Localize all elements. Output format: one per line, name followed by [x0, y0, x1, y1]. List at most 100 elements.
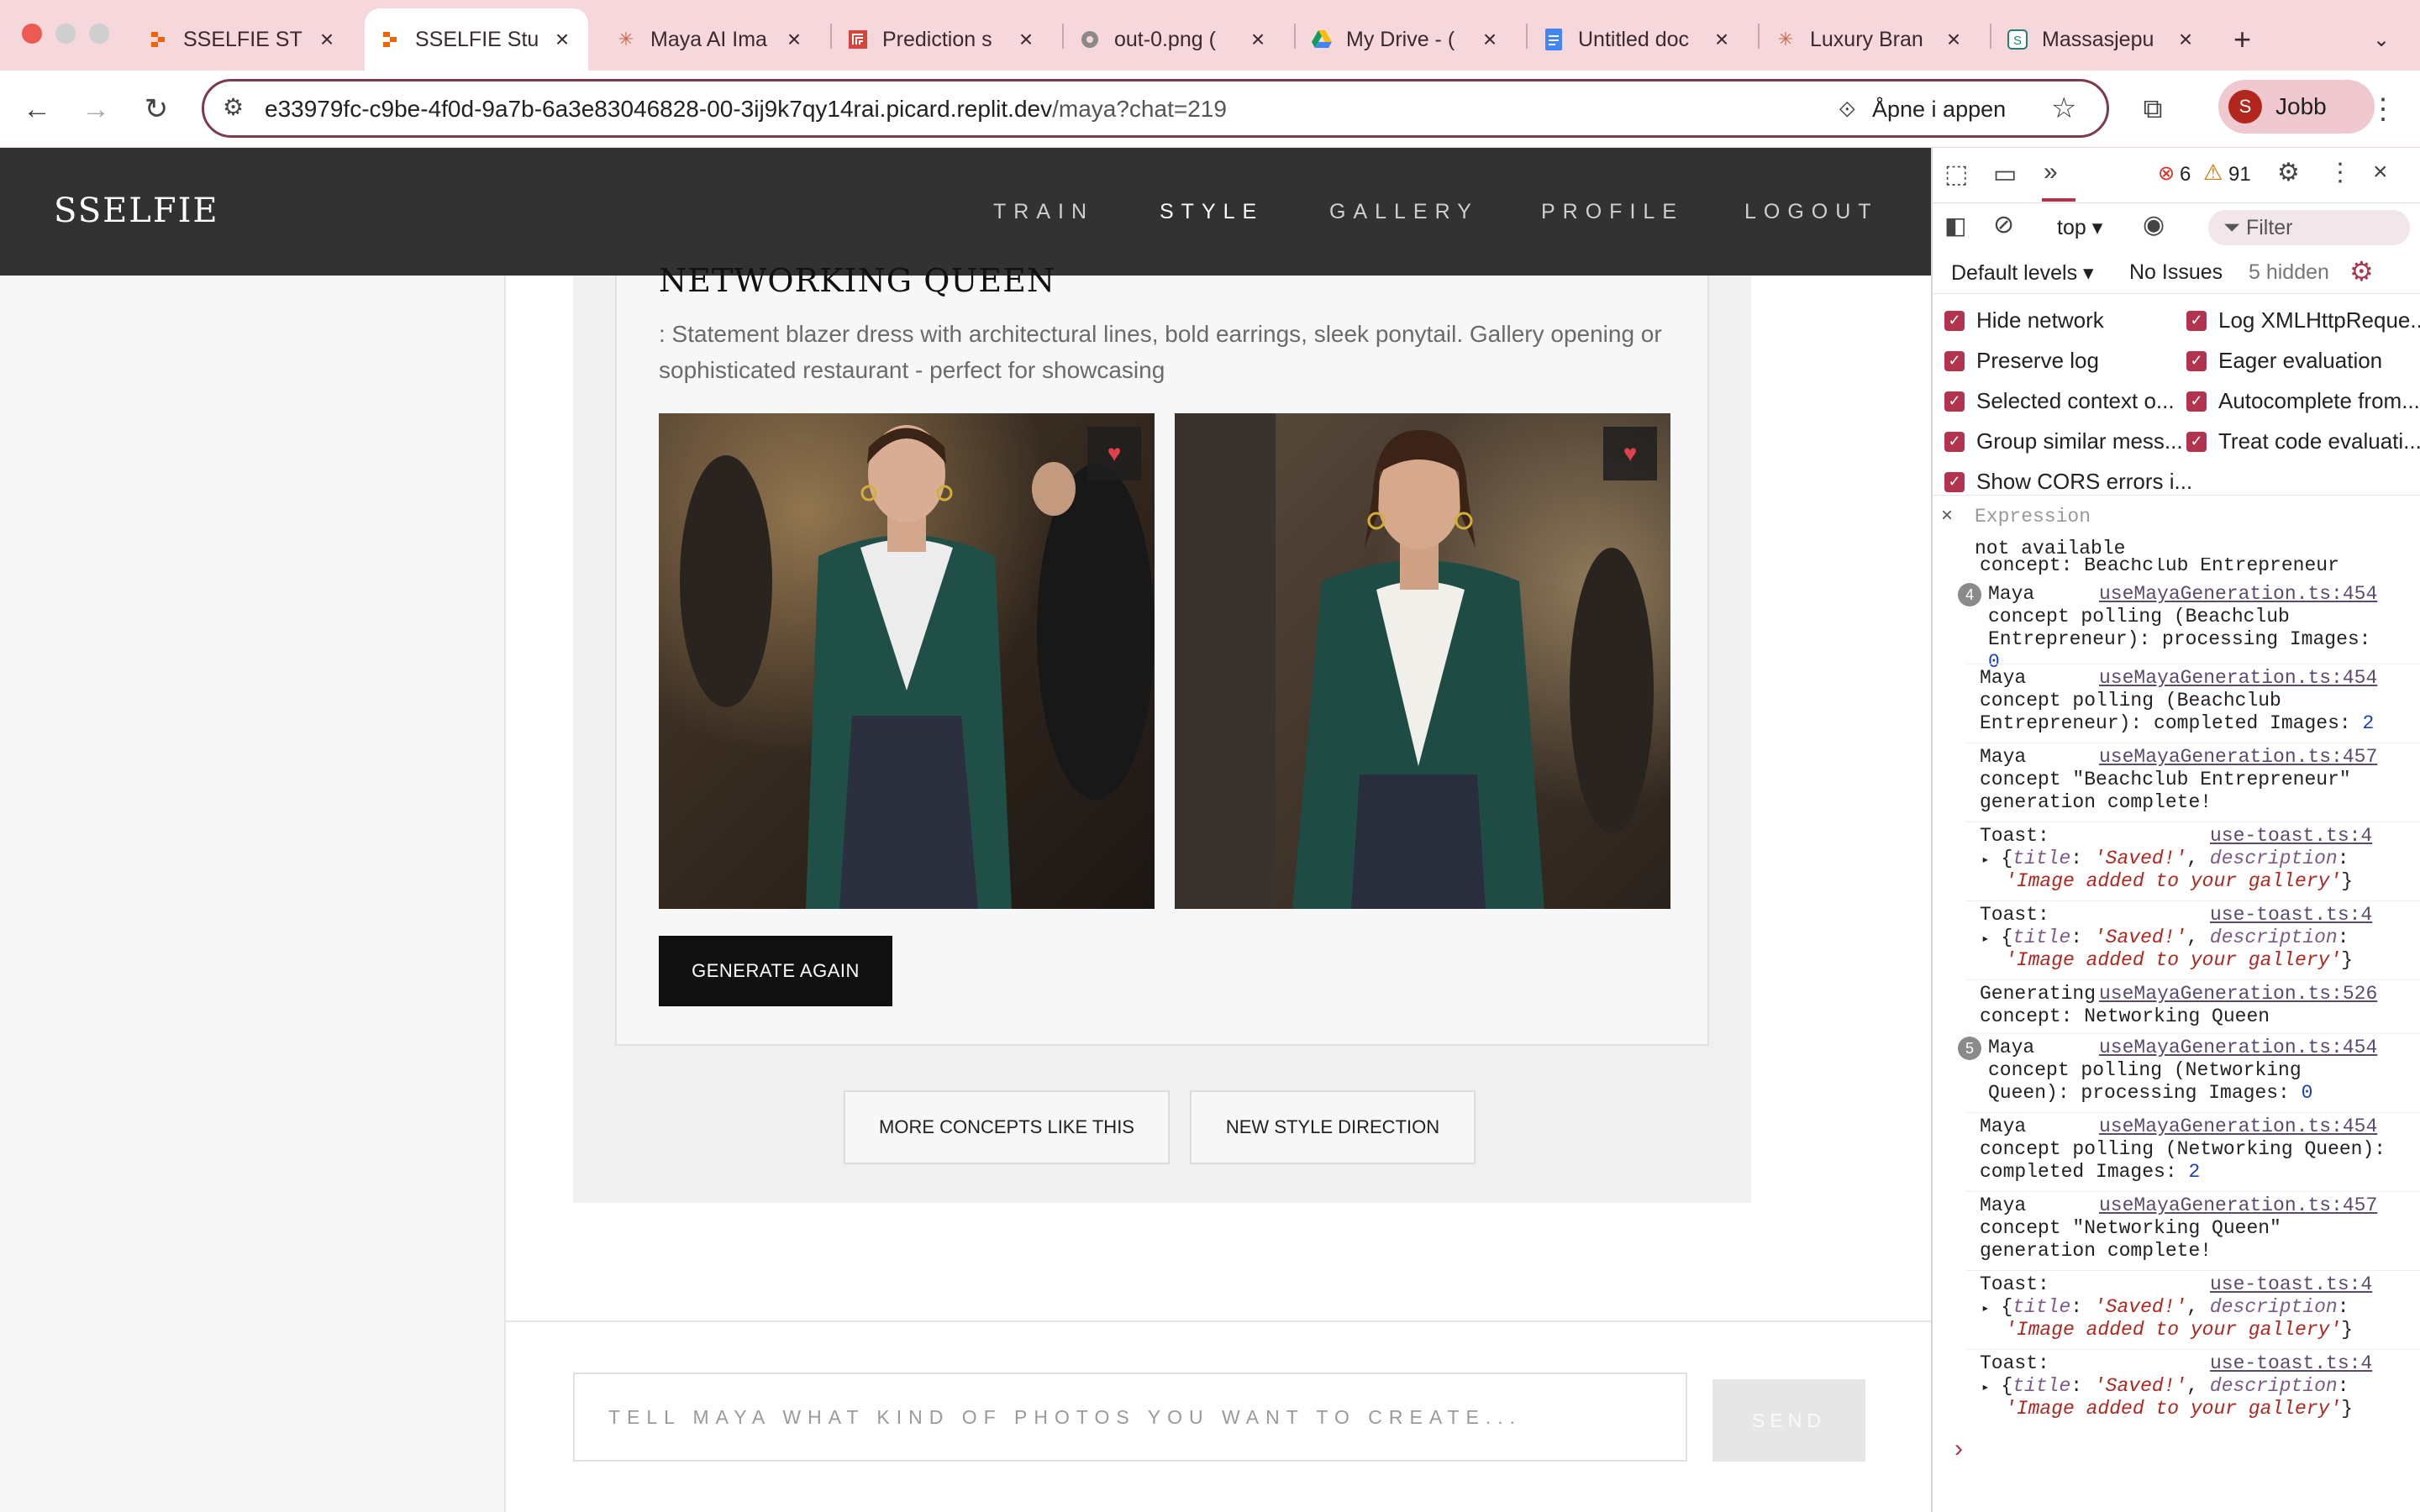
eager-evaluation-checkbox[interactable]: ✓ Eager evaluation	[2186, 348, 2382, 374]
browser-tab-active[interactable]: SSELFIE Stu ×	[365, 8, 588, 71]
browser-tab[interactable]: Untitled doc ×	[1528, 8, 1748, 71]
generate-again-button[interactable]: GENERATE AGAIN	[659, 936, 892, 1006]
reload-icon[interactable]: ↻	[136, 89, 176, 129]
source-link[interactable]: useMayaGeneration.ts:454	[2099, 667, 2377, 690]
close-tab-icon[interactable]: ×	[1479, 26, 1501, 53]
maximize-window-button[interactable]	[89, 24, 109, 44]
autocomplete-checkbox[interactable]: ✓ Autocomplete from...	[2186, 388, 2420, 414]
nav-train[interactable]: TRAIN	[993, 200, 1094, 224]
console-prompt[interactable]: ›	[1954, 1435, 1963, 1463]
expand-triangle-icon[interactable]: ▸	[1981, 1301, 1990, 1316]
extensions-icon[interactable]: ⧉	[2133, 89, 2173, 129]
nav-gallery[interactable]: GALLERY	[1329, 200, 1479, 224]
source-link[interactable]: use-toast.ts:4	[2210, 904, 2372, 927]
source-link[interactable]: useMayaGeneration.ts:457	[2099, 1194, 2377, 1217]
hide-network-checkbox[interactable]: ✓ Hide network	[1944, 307, 2104, 333]
close-window-button[interactable]	[22, 24, 42, 44]
site-settings-icon[interactable]: ⚙	[223, 93, 244, 121]
console-tab-underline	[2042, 198, 2075, 202]
source-link[interactable]: useMayaGeneration.ts:454	[2099, 1116, 2377, 1138]
preserve-log-checkbox[interactable]: ✓ Preserve log	[1944, 348, 2099, 374]
live-expression-eye-icon[interactable]: ◉	[2143, 210, 2165, 239]
devtools-menu-icon[interactable]: ⋮	[2328, 158, 2353, 187]
browser-tab[interactable]: S Massasjepu ×	[1991, 8, 2212, 71]
close-devtools-icon[interactable]: ×	[2373, 158, 2388, 186]
sidebar-toggle-icon[interactable]: ◧	[1944, 212, 1966, 239]
browser-menu-icon[interactable]: ⋮	[2363, 89, 2403, 129]
favorite-heart-icon[interactable]: ♥	[1087, 427, 1141, 480]
expand-triangle-icon[interactable]: ▸	[1981, 1380, 1990, 1395]
nav-profile[interactable]: PROFILE	[1541, 200, 1684, 224]
error-count-icon[interactable]: ⊗	[2158, 161, 2175, 186]
open-in-app-button[interactable]: Åpne i appen	[1872, 97, 2006, 123]
settings-gear-icon[interactable]: ⚙	[2277, 158, 2300, 187]
expression-label[interactable]: Expression	[1975, 506, 2091, 528]
context-selector[interactable]: top ▾	[2057, 215, 2102, 240]
show-cors-errors-checkbox[interactable]: ✓ Show CORS errors i...	[1944, 469, 2192, 495]
inspect-element-icon[interactable]: ⬚	[1944, 160, 1968, 189]
source-link[interactable]: use-toast.ts:4	[2210, 1352, 2372, 1375]
nav-style[interactable]: STYLE	[1160, 200, 1264, 224]
browser-tab[interactable]: ✳ Luxury Bran ×	[1760, 8, 1980, 71]
device-toolbar-icon[interactable]: ▭	[1993, 160, 2017, 189]
new-tab-button[interactable]: +	[2223, 8, 2270, 71]
profile-button[interactable]: S Jobb	[2218, 80, 2375, 134]
repeat-count-badge: 5	[1958, 1037, 1981, 1060]
group-similar-checkbox[interactable]: ✓ Group similar mess...	[1944, 428, 2183, 454]
address-bar[interactable]: ⚙ e33979fc-c9be-4f0d-9a7b-6a3e83046828-0…	[202, 79, 2109, 138]
filter-input[interactable]: ⏷ Filter	[2208, 210, 2410, 245]
log-levels-dropdown[interactable]: Default levels ▾	[1951, 260, 2094, 286]
close-tab-icon[interactable]: ×	[783, 26, 805, 53]
source-link[interactable]: useMayaGeneration.ts:457	[2099, 746, 2377, 769]
browser-tab[interactable]: My Drive - ( ×	[1296, 8, 1516, 71]
log-xhr-checkbox[interactable]: ✓ Log XMLHttpReque...	[2186, 307, 2420, 333]
expand-triangle-icon[interactable]: ▸	[1981, 853, 1990, 868]
minimize-window-button[interactable]	[55, 24, 76, 44]
site-logo[interactable]: SSELFIE	[54, 192, 219, 230]
new-style-direction-button[interactable]: NEW STYLE DIRECTION	[1190, 1090, 1476, 1164]
maya-message: NETWORKING QUEEN : Statement blazer dres…	[573, 262, 1751, 1203]
close-tab-icon[interactable]: ×	[1711, 26, 1733, 53]
clear-console-icon[interactable]: ⊘	[1993, 210, 2014, 239]
forward-arrow-icon[interactable]: →	[76, 89, 116, 129]
expand-triangle-icon[interactable]: ▸	[1981, 932, 1990, 947]
replicate-icon	[847, 29, 869, 50]
send-button[interactable]: SEND	[1712, 1379, 1865, 1462]
browser-tab[interactable]: Prediction s ×	[832, 8, 1052, 71]
source-link[interactable]: useMayaGeneration.ts:454	[2099, 583, 2377, 606]
treat-code-eval-checkbox[interactable]: ✓ Treat code evaluati...	[2186, 428, 2420, 454]
favorite-heart-icon[interactable]: ♥	[1603, 427, 1657, 480]
chat-input[interactable]	[573, 1373, 1687, 1462]
tab-list-chevron-icon[interactable]: ⌄	[2363, 8, 2405, 71]
bookmark-star-icon[interactable]: ☆	[2051, 92, 2076, 125]
generated-photo[interactable]: ♥	[659, 413, 1155, 909]
browser-tab[interactable]: ✳ Maya AI Ima ×	[600, 8, 820, 71]
console-level-bar: Default levels ▾ No Issues 5 hidden ⚙	[1933, 250, 2420, 294]
source-link[interactable]: use-toast.ts:4	[2210, 825, 2372, 848]
warning-count-icon[interactable]: ⚠	[2203, 160, 2223, 186]
source-link[interactable]: useMayaGeneration.ts:454	[2099, 1037, 2377, 1059]
close-tab-icon[interactable]: ×	[551, 26, 573, 53]
source-link[interactable]: use-toast.ts:4	[2210, 1273, 2372, 1296]
selected-context-checkbox[interactable]: ✓ Selected context o...	[1944, 388, 2175, 414]
console-settings-gear-icon[interactable]: ⚙	[2349, 255, 2374, 287]
close-tab-icon[interactable]: ×	[1943, 26, 1965, 53]
browser-tab[interactable]: SSELFIE ST ×	[133, 8, 353, 71]
close-tab-icon[interactable]: ×	[1247, 26, 1269, 53]
nav-logout[interactable]: LOGOUT	[1744, 200, 1879, 224]
generated-photo[interactable]: ♥	[1175, 413, 1670, 909]
more-panels-icon[interactable]: »	[2044, 158, 2058, 186]
console-message: 5 Maya useMayaGeneration.ts:454 concept …	[1933, 1037, 2420, 1107]
source-link[interactable]: useMayaGeneration.ts:526	[2099, 983, 2377, 1005]
more-concepts-button[interactable]: MORE CONCEPTS LIKE THIS	[844, 1090, 1170, 1164]
close-tab-icon[interactable]: ×	[316, 26, 338, 53]
remove-expression-icon[interactable]: ×	[1941, 504, 1953, 528]
issues-link[interactable]: No Issues	[2129, 260, 2223, 285]
back-arrow-icon[interactable]: ←	[17, 89, 57, 129]
divider	[1966, 1270, 2420, 1271]
browser-toolbar: ← → ↻ ⚙ e33979fc-c9be-4f0d-9a7b-6a3e8304…	[0, 71, 2420, 148]
divider	[1966, 900, 2420, 901]
close-tab-icon[interactable]: ×	[2175, 26, 2196, 53]
browser-tab[interactable]: out-0.png ( ×	[1064, 8, 1284, 71]
close-tab-icon[interactable]: ×	[1015, 26, 1037, 53]
